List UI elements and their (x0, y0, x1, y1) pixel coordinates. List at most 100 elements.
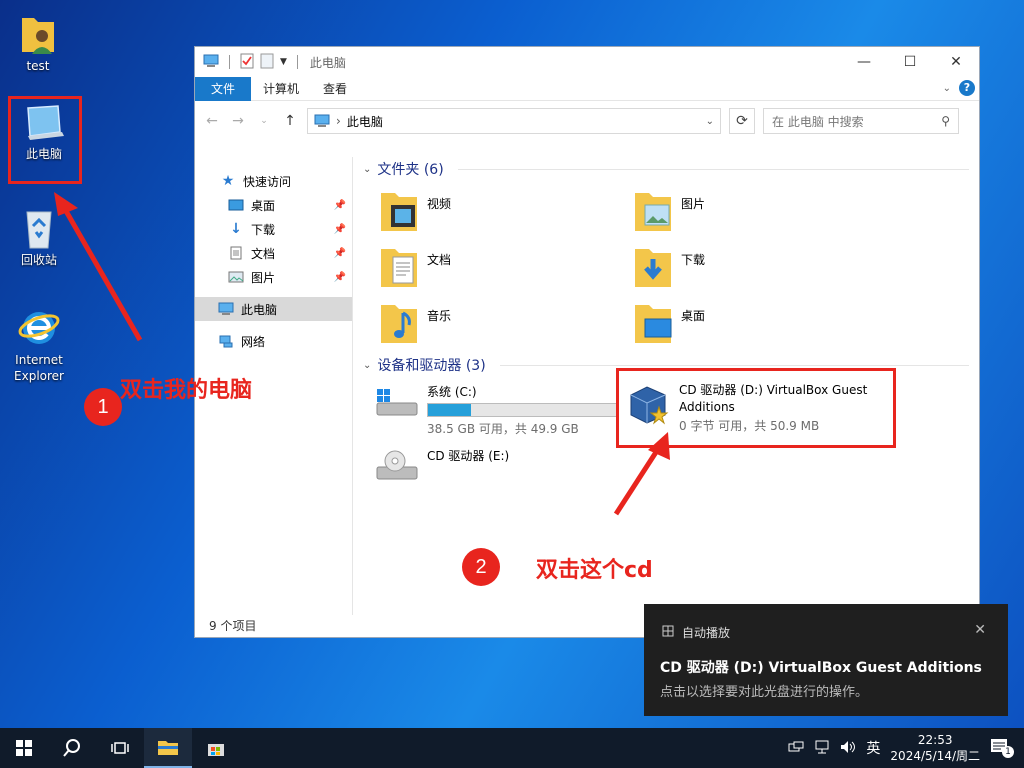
taskbar-store[interactable] (192, 728, 240, 768)
nav-label: 下载 (251, 222, 276, 237)
window-title: 此电脑 (309, 55, 346, 70)
up-button[interactable]: ↑ (281, 113, 299, 129)
folder-desktop[interactable]: 桌面 (633, 299, 705, 345)
folder-pictures[interactable]: 图片 (633, 187, 705, 233)
nav-item-downloads[interactable]: ↓ 下载 📌 (195, 217, 352, 241)
clock[interactable]: 22:53 2024/5/14/周二 (890, 732, 980, 764)
pictures-icon (227, 271, 245, 283)
refresh-button[interactable]: ⟳ (729, 108, 755, 134)
notification-app-name: 自动播放 (682, 626, 731, 640)
address-dropdown-icon[interactable]: ⌄ (706, 116, 714, 127)
nav-label: 文档 (251, 246, 276, 261)
drive-c[interactable]: 系统 (C:) 38.5 GB 可用，共 49.9 GB (373, 383, 617, 437)
file-explorer-window[interactable]: ▼ 此电脑 — ☐ ✕ 文件 计算机 查看 ⌄ ? ← → ⌄ ↑ › 此电脑 … (194, 46, 980, 638)
folder-music[interactable]: 音乐 (379, 299, 451, 345)
file-explorer-icon (158, 741, 178, 755)
user-folder-icon (22, 18, 54, 54)
minimize-button[interactable]: — (841, 47, 887, 77)
drive-space: 38.5 GB 可用，共 49.9 GB (427, 422, 579, 436)
annotation-step-1-badge: 1 (84, 388, 122, 426)
music-folder-icon (381, 305, 417, 343)
folder-downloads[interactable]: 下载 (633, 243, 705, 289)
recent-locations-chevron-icon[interactable]: ⌄ (255, 116, 273, 126)
nav-this-pc[interactable]: 此电脑 (195, 297, 352, 321)
desktop-icon-label: test (26, 59, 50, 73)
download-arrow-icon: ↓ (230, 221, 242, 237)
nav-item-pictures[interactable]: 图片 📌 (195, 265, 352, 289)
nav-item-desktop[interactable]: 桌面 📌 (195, 193, 352, 217)
clock-time: 22:53 (917, 733, 953, 747)
folders-group-header[interactable]: ⌄ 文件夹 (6) (355, 157, 979, 181)
close-button[interactable]: ✕ (933, 47, 979, 77)
expand-ribbon-icon[interactable]: ⌄ (943, 83, 951, 94)
forward-button[interactable]: → (229, 113, 247, 129)
wired-network-icon[interactable] (814, 740, 830, 757)
group-title: 文件夹 (6) (377, 162, 444, 178)
volume-icon[interactable] (840, 740, 856, 757)
new-folder-icon[interactable] (260, 53, 274, 72)
annotation-arrow-1 (54, 192, 143, 342)
collapse-chevron-icon[interactable]: ⌄ (363, 164, 371, 175)
address-bar[interactable]: › 此电脑 ⌄ (307, 108, 721, 134)
pin-icon: 📌 (333, 271, 346, 283)
nav-item-documents[interactable]: 文档 📌 (195, 241, 352, 265)
divider (457, 168, 969, 170)
breadcrumb-chevron-icon[interactable]: › (336, 114, 341, 128)
start-button[interactable] (0, 728, 48, 768)
quick-access-toolbar-dropdown[interactable]: ▼ (280, 57, 287, 67)
this-pc-small-icon (203, 54, 219, 71)
search-input[interactable]: 在 此电脑 中搜索 ⚲ (763, 108, 959, 134)
input-method-indicator[interactable]: 英 (866, 738, 880, 758)
nav-label: 网络 (241, 334, 266, 349)
drive-e[interactable]: CD 驱动器 (E:) (373, 445, 509, 485)
tab-view[interactable]: 查看 (311, 77, 359, 101)
nav-label: 此电脑 (241, 302, 278, 317)
pictures-folder-icon (635, 193, 671, 231)
collapse-chevron-icon[interactable]: ⌄ (363, 360, 371, 371)
notification-body: 点击以选择要对此光盘进行的操作。 (660, 685, 869, 700)
document-icon (227, 246, 245, 260)
taskbar-file-explorer[interactable] (144, 728, 192, 768)
nav-quick-access[interactable]: ★ 快速访问 (195, 169, 352, 193)
tab-file[interactable]: 文件 (195, 76, 252, 101)
network-tray-icon[interactable] (788, 741, 804, 756)
folder-name: 音乐 (427, 309, 452, 323)
cd-drive-icon (376, 450, 418, 480)
breadcrumb[interactable]: 此电脑 (347, 113, 383, 130)
nav-label: 桌面 (251, 198, 276, 213)
folder-name: 图片 (681, 197, 706, 211)
action-center-button[interactable]: 1 (990, 738, 1014, 758)
help-icon[interactable]: ? (959, 80, 975, 96)
pin-icon: 📌 (333, 199, 346, 211)
drive-name: 系统 (C:) (427, 385, 477, 399)
pin-icon: 📌 (333, 247, 346, 259)
pin-icon: 📌 (333, 223, 346, 235)
properties-icon[interactable] (240, 53, 254, 72)
tab-computer[interactable]: 计算机 (251, 77, 311, 101)
search-placeholder: 在 此电脑 中搜索 (772, 114, 864, 129)
documents-folder-icon (381, 249, 417, 287)
desktop-icon-test[interactable]: test (2, 10, 74, 74)
back-button[interactable]: ← (203, 113, 221, 129)
task-view-button[interactable] (96, 728, 144, 768)
autoplay-notification[interactable]: 自动播放 ✕ CD 驱动器 (D:) VirtualBox Guest Addi… (644, 604, 1008, 716)
folder-documents[interactable]: 文档 (379, 243, 451, 289)
nav-label: 快速访问 (243, 174, 292, 189)
search-icon[interactable]: ⚲ (941, 114, 950, 128)
drive-usage-fill (428, 404, 472, 416)
folder-videos[interactable]: 视频 (379, 187, 451, 233)
nav-network[interactable]: 网络 (195, 329, 352, 353)
title-separator (229, 55, 230, 69)
maximize-button[interactable]: ☐ (887, 47, 933, 77)
windows-logo-icon (16, 740, 32, 756)
search-button[interactable] (48, 728, 96, 768)
store-icon (208, 744, 224, 756)
annotation-box-this-pc (8, 96, 82, 184)
search-icon (63, 739, 80, 757)
system-drive-icon (376, 389, 418, 416)
title-bar[interactable]: ▼ 此电脑 — ☐ ✕ (195, 47, 979, 77)
status-bar-item-count: 9 个项目 (209, 619, 257, 633)
annotation-step-2-text: 双击这个cd (536, 558, 653, 583)
close-notification-icon[interactable]: ✕ (974, 622, 986, 638)
notification-count-badge: 1 (1002, 746, 1014, 758)
